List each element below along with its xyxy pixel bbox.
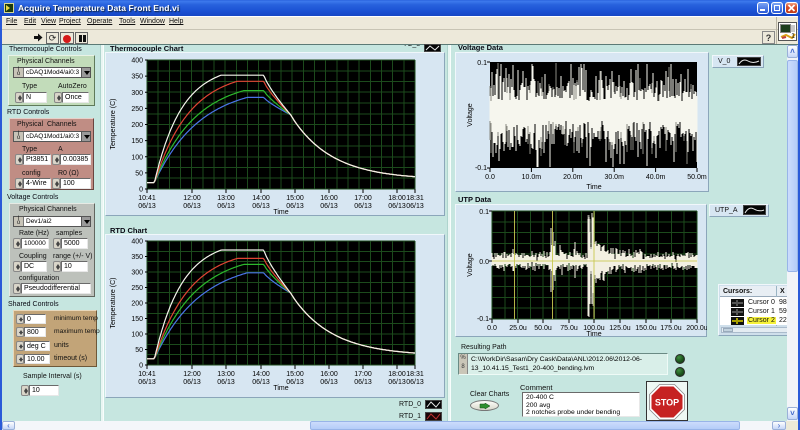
svg-text:0.0: 0.0 [485, 174, 495, 181]
svg-text:15:00: 15:00 [286, 195, 304, 202]
svg-text:18:31: 18:31 [406, 371, 424, 378]
svg-text:06/13: 06/13 [183, 203, 201, 210]
svg-text:0.1: 0.1 [477, 60, 487, 67]
svg-text:18:00: 18:00 [388, 371, 406, 378]
svg-text:06/13: 06/13 [138, 379, 156, 386]
svg-text:0.0: 0.0 [487, 325, 497, 332]
svg-text:06/13: 06/13 [217, 379, 235, 386]
svg-text:14:00: 14:00 [252, 371, 270, 378]
svg-text:06/13: 06/13 [217, 203, 235, 210]
svg-text:06/13: 06/13 [354, 203, 372, 210]
svg-text:25.0u: 25.0u [509, 325, 527, 332]
svg-text:06/13: 06/13 [252, 203, 270, 210]
svg-text:15:00: 15:00 [286, 371, 304, 378]
svg-text:50.0u: 50.0u [534, 325, 552, 332]
svg-text:175.0u: 175.0u [660, 325, 682, 332]
svg-text:400: 400 [131, 239, 143, 246]
svg-text:Time: Time [273, 209, 288, 216]
svg-text:-0.1: -0.1 [477, 316, 489, 323]
svg-text:100: 100 [131, 332, 143, 339]
svg-text:16:00: 16:00 [320, 195, 338, 202]
svg-text:12:00: 12:00 [183, 371, 201, 378]
svg-text:18:31: 18:31 [406, 195, 424, 202]
svg-text:06/13: 06/13 [354, 379, 372, 386]
svg-text:06/13: 06/13 [286, 203, 304, 210]
svg-text:50: 50 [135, 170, 143, 177]
svg-text:10:41: 10:41 [138, 195, 156, 202]
svg-text:20.0m: 20.0m [563, 174, 583, 181]
svg-text:40.0m: 40.0m [646, 174, 666, 181]
svg-text:300: 300 [131, 270, 143, 277]
svg-text:0: 0 [139, 187, 143, 194]
svg-text:13:00: 13:00 [217, 371, 235, 378]
svg-text:150: 150 [131, 138, 143, 145]
svg-text:06/13: 06/13 [406, 379, 424, 386]
svg-text:Temperature (C): Temperature (C) [110, 278, 117, 329]
svg-text:10:41: 10:41 [138, 371, 156, 378]
svg-text:200: 200 [131, 122, 143, 129]
svg-text:06/13: 06/13 [388, 203, 406, 210]
svg-text:Voltage: Voltage [467, 253, 474, 276]
svg-text:350: 350 [131, 74, 143, 81]
svg-text:300: 300 [131, 90, 143, 97]
svg-text:100: 100 [131, 154, 143, 161]
svg-text:125.0u: 125.0u [609, 325, 631, 332]
svg-text:150.0u: 150.0u [635, 325, 657, 332]
svg-text:06/13: 06/13 [183, 379, 201, 386]
svg-text:0: 0 [139, 363, 143, 370]
svg-text:17:00: 17:00 [354, 371, 372, 378]
svg-text:-0.1: -0.1 [475, 165, 487, 172]
svg-text:0.0: 0.0 [479, 259, 489, 266]
svg-text:50.0m: 50.0m [687, 174, 707, 181]
svg-text:10.0m: 10.0m [522, 174, 542, 181]
svg-text:Voltage: Voltage [467, 103, 474, 126]
svg-text:06/13: 06/13 [388, 379, 406, 386]
svg-text:250: 250 [131, 106, 143, 113]
svg-text:06/13: 06/13 [286, 379, 304, 386]
svg-text:30.0m: 30.0m [604, 174, 624, 181]
svg-text:0.1: 0.1 [479, 209, 489, 216]
svg-text:14:00: 14:00 [252, 195, 270, 202]
svg-text:150: 150 [131, 316, 143, 323]
svg-text:12:00: 12:00 [183, 195, 201, 202]
svg-text:Time: Time [586, 184, 601, 191]
svg-text:06/13: 06/13 [320, 379, 338, 386]
svg-text:Time: Time [273, 385, 288, 392]
svg-text:18:00: 18:00 [388, 195, 406, 202]
svg-text:50: 50 [135, 347, 143, 354]
svg-text:17:00: 17:00 [354, 195, 372, 202]
svg-text:75.0u: 75.0u [560, 325, 578, 332]
svg-text:400: 400 [131, 58, 143, 65]
svg-text:200: 200 [131, 301, 143, 308]
svg-text:STOP: STOP [655, 398, 679, 408]
svg-text:06/13: 06/13 [252, 379, 270, 386]
svg-text:Temperature (C): Temperature (C) [110, 99, 117, 150]
svg-text:250: 250 [131, 285, 143, 292]
svg-text:16:00: 16:00 [320, 371, 338, 378]
svg-text:Time: Time [586, 331, 601, 337]
svg-text:350: 350 [131, 254, 143, 261]
svg-text:13:00: 13:00 [217, 195, 235, 202]
svg-text:06/13: 06/13 [138, 203, 156, 210]
svg-text:06/13: 06/13 [320, 203, 338, 210]
svg-text:06/13: 06/13 [406, 203, 424, 210]
svg-text:200.0u: 200.0u [686, 325, 707, 332]
